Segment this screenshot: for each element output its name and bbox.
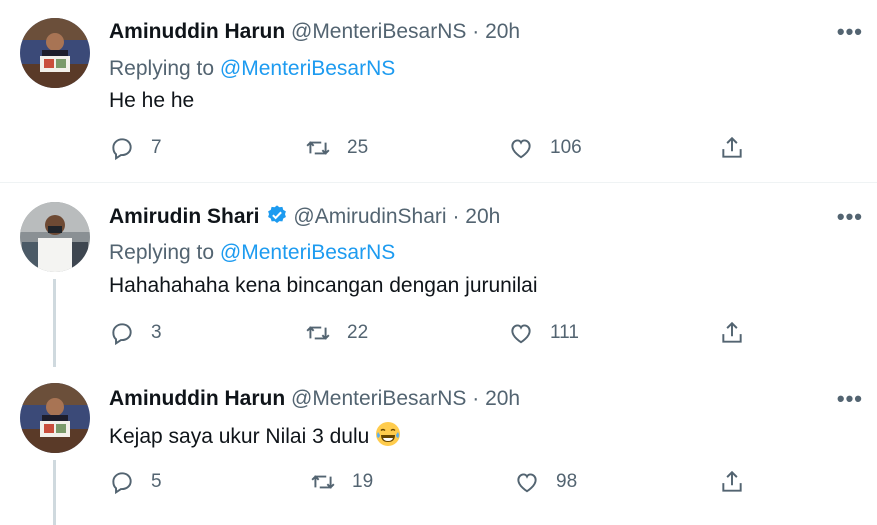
retweet-button[interactable]: 19 bbox=[310, 469, 373, 495]
retweet-icon bbox=[311, 475, 335, 489]
tweet-2[interactable]: Amirudin Shari @AmirudinShari · 20h ••• … bbox=[0, 183, 877, 363]
tweet-header: Aminuddin Harun @MenteriBesarNS · 20h bbox=[109, 386, 520, 412]
replying-to: Replying to @MenteriBesarNS bbox=[109, 56, 395, 82]
reply-icon bbox=[112, 323, 132, 346]
tweet-header: Amirudin Shari @AmirudinShari · 20h bbox=[109, 204, 500, 233]
share-icon bbox=[722, 136, 742, 158]
user-handle[interactable]: @AmirudinShari bbox=[293, 205, 446, 228]
timestamp[interactable]: 20h bbox=[485, 20, 520, 43]
avatar-amirudin[interactable] bbox=[20, 202, 90, 272]
share-button[interactable] bbox=[719, 469, 761, 495]
user-handle[interactable]: @MenteriBesarNS bbox=[291, 387, 466, 410]
tweet-text: Kejap saya ukur Nilai 3 dulu bbox=[109, 425, 370, 448]
retweet-icon bbox=[306, 326, 330, 340]
replying-to: Replying to @MenteriBesarNS bbox=[109, 240, 395, 266]
heart-icon bbox=[517, 473, 537, 493]
like-button[interactable]: 106 bbox=[508, 135, 582, 161]
separator-dot: · bbox=[472, 20, 480, 43]
heart-icon bbox=[511, 324, 531, 344]
retweet-button[interactable]: 22 bbox=[305, 320, 368, 346]
reply-button[interactable]: 3 bbox=[109, 320, 162, 346]
avatar-aminuddin[interactable] bbox=[20, 18, 90, 88]
like-count: 111 bbox=[550, 322, 579, 343]
tweet-text-line: Kejap saya ukur Nilai 3 dulu bbox=[109, 421, 401, 454]
tweet-text: He he he bbox=[109, 89, 195, 112]
tweet-header: Aminuddin Harun @MenteriBesarNS · 20h bbox=[109, 19, 520, 45]
reply-count: 5 bbox=[151, 471, 162, 492]
timestamp[interactable]: 20h bbox=[465, 205, 500, 228]
display-name[interactable]: Amirudin Shari bbox=[109, 205, 260, 228]
heart-icon bbox=[511, 139, 531, 159]
reply-button[interactable]: 5 bbox=[109, 469, 162, 495]
more-options-icon[interactable]: ••• bbox=[837, 204, 863, 230]
separator-dot: · bbox=[452, 205, 460, 228]
laughing-tears-emoji-icon bbox=[375, 421, 401, 454]
share-button[interactable] bbox=[719, 135, 761, 161]
replying-prefix: Replying to bbox=[109, 241, 215, 264]
share-icon bbox=[722, 321, 742, 343]
more-options-icon[interactable]: ••• bbox=[837, 19, 863, 45]
display-name[interactable]: Aminuddin Harun bbox=[109, 20, 285, 43]
retweet-icon bbox=[306, 141, 330, 155]
user-handle[interactable]: @MenteriBesarNS bbox=[291, 20, 466, 43]
replying-prefix: Replying to bbox=[109, 57, 215, 80]
mention-link[interactable]: @MenteriBesarNS bbox=[220, 241, 395, 264]
retweet-count: 19 bbox=[352, 471, 374, 492]
separator-dot: · bbox=[472, 387, 480, 410]
tweet-1[interactable]: Aminuddin Harun @MenteriBesarNS · 20h ••… bbox=[0, 0, 877, 182]
retweet-count: 25 bbox=[347, 137, 369, 158]
like-count: 98 bbox=[556, 471, 578, 492]
like-button[interactable]: 98 bbox=[514, 469, 577, 495]
reply-icon bbox=[112, 472, 132, 495]
timestamp[interactable]: 20h bbox=[485, 387, 520, 410]
tweet-text: Hahahahaha kena bincangan dengan jurunil… bbox=[109, 274, 538, 297]
reply-button[interactable]: 7 bbox=[109, 135, 162, 161]
more-options-icon[interactable]: ••• bbox=[837, 386, 863, 412]
like-button[interactable]: 111 bbox=[508, 320, 579, 346]
mention-link[interactable]: @MenteriBesarNS bbox=[220, 57, 395, 80]
share-button[interactable] bbox=[719, 320, 761, 346]
display-name[interactable]: Aminuddin Harun bbox=[109, 387, 285, 410]
reply-icon bbox=[112, 138, 132, 161]
reply-count: 7 bbox=[151, 137, 162, 158]
avatar-aminuddin[interactable] bbox=[20, 383, 90, 453]
share-icon bbox=[722, 470, 742, 492]
retweet-count: 22 bbox=[347, 322, 369, 343]
like-count: 106 bbox=[550, 137, 582, 158]
verified-badge-icon bbox=[266, 204, 288, 233]
reply-count: 3 bbox=[151, 322, 162, 343]
tweet-3[interactable]: Aminuddin Harun @MenteriBesarNS · 20h ••… bbox=[0, 364, 877, 525]
retweet-button[interactable]: 25 bbox=[305, 135, 368, 161]
